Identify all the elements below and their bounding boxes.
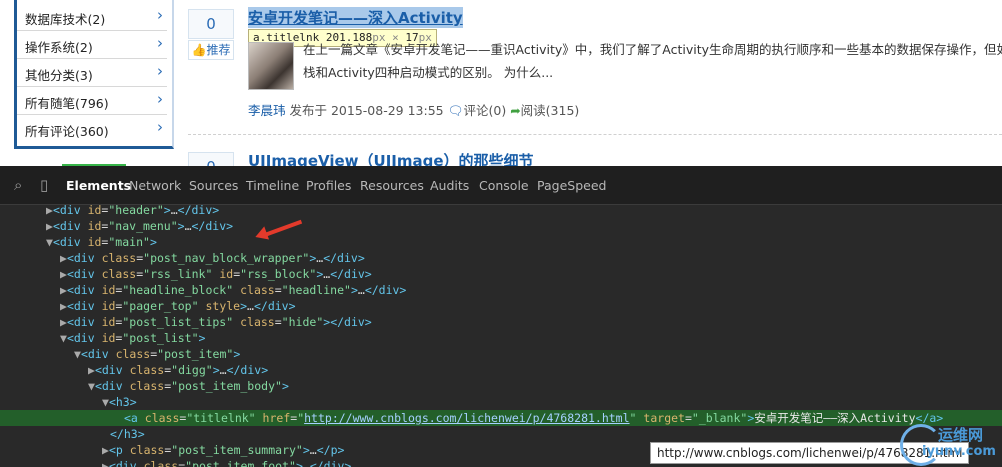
post-title-link[interactable]: 安卓开发笔记——深入Activity — [248, 7, 463, 28]
chevron-right-icon: › — [157, 90, 163, 108]
tab-audits[interactable]: Audits — [430, 178, 469, 193]
category-item[interactable]: 所有评论(360) › — [17, 114, 167, 142]
watermark-text: iyunv.com — [922, 444, 996, 459]
summary-line: 在上一篇文章《安卓开发笔记——重识Activity》中，我们了解了Activit… — [303, 42, 1002, 57]
recommend-button[interactable]: 👍推荐 — [188, 40, 234, 60]
chevron-right-icon: › — [157, 34, 163, 52]
dom-node[interactable]: ▶<div id="post_list_tips" class="hide"><… — [0, 314, 1002, 330]
watermark-text: 运维网 — [938, 426, 984, 444]
tab-profiles[interactable]: Profiles — [306, 178, 351, 193]
dom-node[interactable]: ▶<div id="header">…</div> — [0, 202, 1002, 218]
comment-icon: 🗨 — [447, 103, 464, 118]
dom-node[interactable]: ▶<div class="rss_link" id="rss_block">…<… — [0, 266, 1002, 282]
category-item[interactable]: 其他分类(3) › — [17, 58, 167, 87]
devtools-toolbar: ⌕ ▯ Elements Network Sources Timeline Pr… — [0, 166, 1002, 205]
digg-count[interactable]: 0 — [188, 9, 234, 39]
recommend-label: 推荐 — [206, 43, 231, 57]
chevron-right-icon: › — [157, 118, 163, 136]
devtools-panel: ⌕ ▯ Elements Network Sources Timeline Pr… — [0, 166, 1002, 467]
search-icon[interactable]: ⌕ — [14, 176, 22, 194]
dom-node[interactable]: </h3> — [0, 426, 1002, 442]
read-count: 阅读(315) — [520, 103, 580, 118]
digg-count[interactable]: 0 — [188, 152, 234, 166]
category-sidebar: 数据库技术(2) › 操作系统(2) › 其他分类(3) › 所有随笔(796)… — [14, 0, 174, 149]
dom-node[interactable]: ▶<div id="pager_top" style>…</div> — [0, 298, 1002, 314]
post-summary: 在上一篇文章《安卓开发笔记——重识Activity》中，我们了解了Activit… — [303, 38, 1002, 84]
comment-link[interactable]: 评论(0) — [463, 103, 506, 118]
post-title-link[interactable]: UIImageView（UIImage）的那些细节 — [248, 150, 534, 166]
summary-line: 栈和Activity四种启动模式的区别。 为什么... — [303, 65, 554, 80]
category-label: 操作系统(2) — [25, 40, 93, 55]
dom-node[interactable]: ▼<div id="post_list"> — [0, 330, 1002, 346]
category-label: 所有评论(360) — [25, 124, 109, 139]
dom-node[interactable]: ▼<div class="post_item_body"> — [0, 378, 1002, 394]
share-arrow-icon: ➦ — [510, 103, 521, 118]
device-icon[interactable]: ▯ — [40, 176, 48, 194]
tab-elements[interactable]: Elements — [66, 178, 131, 193]
tab-sources[interactable]: Sources — [189, 178, 238, 193]
dom-tree: ▶<div id="header">…</div> ▶<div id="nav_… — [0, 202, 1002, 467]
author-link[interactable]: 李晨玮 — [248, 103, 286, 118]
category-item[interactable]: 所有随笔(796) › — [17, 86, 167, 115]
category-label: 所有随笔(796) — [25, 96, 109, 111]
category-label: 数据库技术(2) — [25, 12, 106, 27]
thumbs-up-icon: 👍 — [191, 43, 207, 57]
post-meta: 李晨玮 发布于 2015-08-29 13:55 🗨评论(0) ➦阅读(315) — [248, 100, 579, 119]
dom-node[interactable]: ▶<div id="nav_menu">…</div> — [0, 218, 1002, 234]
tab-pagespeed[interactable]: PageSpeed — [537, 178, 606, 193]
dom-node[interactable]: ▶<div id="headline_block" class="headlin… — [0, 282, 1002, 298]
dom-node[interactable]: ▼<div id="main"> — [0, 234, 1002, 250]
author-avatar[interactable] — [248, 42, 294, 90]
dom-node[interactable]: ▼<h3> — [0, 394, 1002, 410]
category-item[interactable]: 操作系统(2) › — [17, 30, 167, 59]
tab-timeline[interactable]: Timeline — [246, 178, 299, 193]
dom-node[interactable]: ▶<div class="post_nav_block_wrapper">…</… — [0, 250, 1002, 266]
chevron-right-icon: › — [157, 6, 163, 24]
publish-time: 发布于 2015-08-29 13:55 — [289, 103, 444, 118]
dom-node-selected[interactable]: <a class="titlelnk" href="http://www.cnb… — [0, 410, 1002, 426]
blog-page: 数据库技术(2) › 操作系统(2) › 其他分类(3) › 所有随笔(796)… — [0, 0, 1002, 166]
dom-node[interactable]: ▶<div class="digg">…</div> — [0, 362, 1002, 378]
watermark-logo: 运维网 iyunv.com — [900, 418, 1000, 466]
dom-node[interactable]: ▼<div class="post_item"> — [0, 346, 1002, 362]
chevron-right-icon: › — [157, 62, 163, 80]
category-item[interactable]: 数据库技术(2) › — [17, 2, 167, 31]
tab-resources[interactable]: Resources — [360, 178, 424, 193]
tab-network[interactable]: Network — [129, 178, 181, 193]
divider — [188, 134, 1002, 135]
tab-console[interactable]: Console — [479, 178, 529, 193]
category-label: 其他分类(3) — [25, 68, 93, 83]
